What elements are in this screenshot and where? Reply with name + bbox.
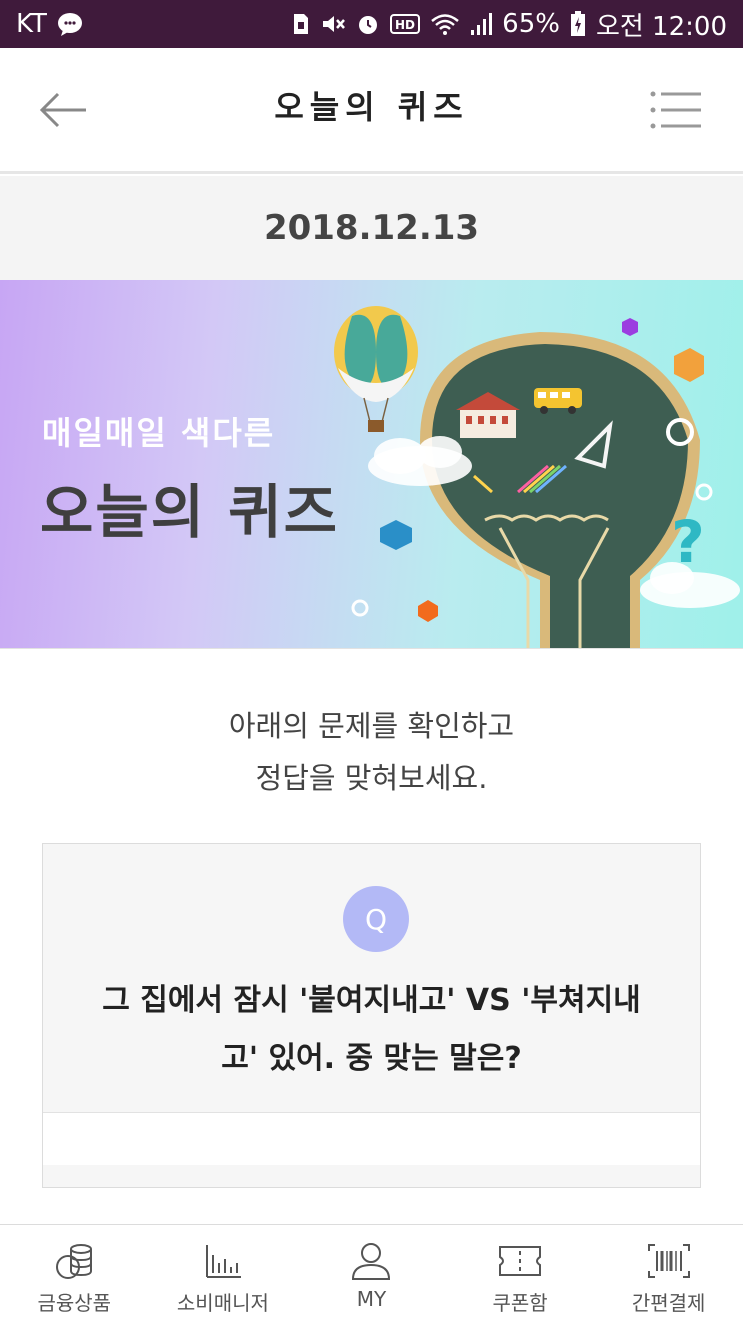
coupon-icon [499,1246,542,1276]
lightbulb-illustration: ? [334,306,740,648]
battery-percent: 65% [502,9,560,39]
nav-item-coupons[interactable]: 쿠폰함 [446,1225,595,1322]
instruction-line-1: 아래의 문제를 확인하고 [228,709,515,743]
nav-item-financial-products[interactable]: 금융상품 [0,1225,149,1322]
question-line-1: 그 집에서 잠시 '붙여지내고' VS '부쳐지내 [102,983,641,1018]
person-icon [352,1243,391,1280]
alarm-icon [356,12,380,36]
status-right: HD 65% 오전 12:00 [292,6,727,43]
barcode-icon [647,1244,690,1278]
svg-text:HD: HD [395,18,415,32]
nav-item-my[interactable]: MY [297,1225,446,1322]
nav-label-easy-pay: 간편결제 [631,1291,706,1315]
instruction-text: 아래의 문제를 확인하고 정답을 맞혀보세요. [0,700,743,804]
signal-icon [470,12,493,36]
status-left: KT [16,9,83,39]
sim-icon [292,12,310,36]
question-line-2: 고' 있어. 중 맞는 말은? [221,1041,522,1076]
page-title: 오늘의 퀴즈 [274,88,469,126]
banner-subtitle: 매일매일 색다른 [42,414,276,452]
clock: 오전 12:00 [595,11,727,42]
nav-item-spending-manager[interactable]: 소비매니저 [149,1225,298,1322]
nav-item-easy-pay[interactable]: 간편결제 [594,1225,743,1322]
nav-label-coupons: 쿠폰함 [492,1291,548,1315]
quiz-date: 2018.12.13 [0,176,743,280]
svg-text:?: ? [671,508,705,576]
bottom-nav: 금융상품 소비매니저 MY 쿠폰함 간편결제 [0,1224,743,1322]
nav-label-financial-products: 금융상품 [37,1291,112,1315]
question-text: 그 집에서 잠시 '붙여지내고' VS '부쳐지내 고' 있어. 중 맞는 말은… [67,972,676,1088]
battery-icon [570,11,586,37]
app-header: 오늘의 퀴즈 [0,48,743,174]
question-badge: Q [343,886,409,952]
coins-icon [56,1244,93,1279]
hamburger-menu-icon [650,91,701,129]
bar-chart-icon [205,1245,241,1278]
nav-label-spending-manager: 소비매니저 [176,1291,269,1315]
quiz-card: Q 그 집에서 잠시 '붙여지내고' VS '부쳐지내 고' 있어. 중 맞는 … [42,843,701,1188]
hd-icon: HD [390,13,421,35]
instruction-line-2: 정답을 맞혀보세요. [255,761,488,795]
status-bar: KT HD 65% 오전 12:00 [0,0,743,48]
answer-area[interactable] [43,1112,700,1165]
menu-button[interactable] [649,90,705,130]
nav-label-my: MY [356,1287,387,1311]
quiz-banner: ? 매일매일 색다른 오늘의 퀴즈 [0,280,743,649]
mute-icon [320,12,346,36]
banner-title: 오늘의 퀴즈 [40,478,339,546]
chat-bubble-icon [57,12,83,36]
carrier-label: KT [16,9,47,39]
wifi-icon [430,12,460,36]
